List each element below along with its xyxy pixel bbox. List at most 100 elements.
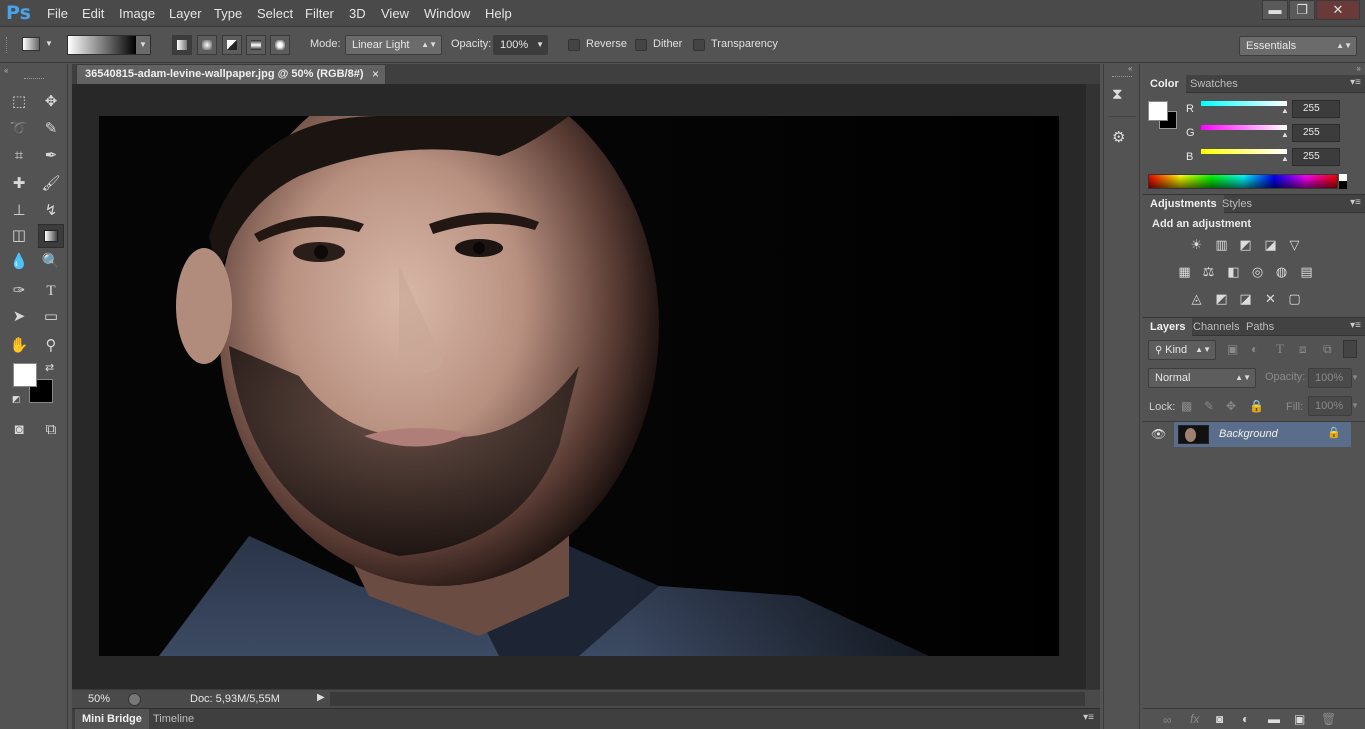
channel-mixer-icon[interactable]: ◍ [1273, 263, 1290, 280]
color-balance-icon[interactable]: ⚖ [1200, 263, 1217, 280]
link-layers-icon[interactable]: ∞ [1163, 713, 1172, 727]
layer-name[interactable]: Background [1219, 428, 1278, 440]
history-icon[interactable]: ⧗ [1112, 86, 1123, 103]
chevron-down-icon[interactable]: ▼ [1351, 396, 1361, 416]
restore-button[interactable]: ❐ [1289, 0, 1315, 20]
menu-filter[interactable]: Filter [305, 6, 334, 21]
workspace-select[interactable]: Essentials ▲▼ [1239, 36, 1357, 56]
radial-gradient-button[interactable] [197, 35, 217, 55]
gradient-tool-icon[interactable] [38, 224, 64, 248]
filter-type-icon[interactable]: T [1276, 341, 1284, 357]
blend-mode-select[interactable]: Normal ▲▼ [1148, 368, 1256, 388]
blue-value-field[interactable]: 255 [1292, 148, 1340, 166]
layer-row-background[interactable]: Background 🔒 [1174, 422, 1351, 447]
color-foreground-swatch[interactable] [1148, 101, 1168, 121]
screen-mode-icon[interactable]: ⧉ [38, 418, 64, 442]
tab-paths[interactable]: Paths [1239, 318, 1281, 336]
selective-color-icon[interactable]: ✕ [1262, 290, 1279, 307]
close-document-icon[interactable]: × [372, 67, 379, 81]
diamond-gradient-button[interactable] [270, 35, 290, 55]
quick-mask-icon[interactable]: ◙ [6, 418, 32, 442]
gradient-picker[interactable]: ▼ [67, 35, 151, 55]
history-brush-tool-icon[interactable]: ↯ [38, 199, 64, 223]
eraser-tool-icon[interactable]: ◫ [6, 224, 32, 248]
threshold-icon[interactable]: ◪ [1237, 290, 1254, 307]
slider-thumb-icon[interactable]: ▲ [1281, 106, 1289, 115]
vibrance-icon[interactable]: ▽ [1286, 236, 1303, 253]
quick-selection-tool-icon[interactable]: ✎ [38, 117, 64, 141]
color-spectrum-bar[interactable] [1148, 174, 1338, 189]
black-white-icon[interactable]: ◧ [1225, 263, 1242, 280]
fill-field[interactable]: 100% [1308, 396, 1352, 416]
menu-help[interactable]: Help [485, 6, 512, 21]
curves-icon[interactable]: ◩ [1237, 236, 1254, 253]
posterize-icon[interactable]: ◩ [1213, 290, 1230, 307]
menu-select[interactable]: Select [257, 6, 293, 21]
layer-filter-select[interactable]: ⚲ Kind ▲▼ [1148, 340, 1216, 360]
lock-position-icon[interactable]: ✥ [1226, 399, 1236, 413]
lock-pixels-icon[interactable]: ✎ [1204, 399, 1214, 413]
exposure-icon[interactable]: ◪ [1262, 236, 1279, 253]
filter-shape-icon[interactable]: ⧈ [1299, 342, 1307, 357]
tab-channels[interactable]: Channels [1186, 318, 1246, 336]
levels-icon[interactable]: ▥ [1213, 236, 1230, 253]
panel-menu-icon[interactable]: ▾≡ [1350, 320, 1361, 331]
chevron-down-icon[interactable]: ▼ [536, 36, 544, 54]
collapse-icon[interactable]: » [1357, 64, 1361, 73]
collapse-icon[interactable]: « [4, 66, 8, 75]
color-lookup-icon[interactable]: ▤ [1298, 263, 1315, 280]
crop-tool-icon[interactable]: ⌗ [6, 144, 32, 168]
minimize-button[interactable]: ▬ [1262, 0, 1288, 20]
reverse-checkbox[interactable] [568, 39, 580, 51]
zoom-level[interactable]: 50% [88, 693, 110, 705]
filter-pixel-icon[interactable]: ▣ [1227, 342, 1238, 356]
close-button[interactable]: ✕ [1316, 0, 1360, 20]
document-tab[interactable]: 36540815-adam-levine-wallpaper.jpg @ 50%… [76, 64, 386, 84]
brightness-contrast-icon[interactable]: ☀ [1188, 236, 1205, 253]
spectrum-white-swatch[interactable] [1339, 174, 1347, 181]
new-group-icon[interactable]: ▬ [1268, 712, 1280, 726]
photo-filter-icon[interactable]: ◎ [1249, 263, 1266, 280]
properties-icon[interactable]: ⚙ [1112, 128, 1125, 146]
panel-menu-icon[interactable]: ▾≡ [1350, 77, 1361, 88]
lock-transparent-icon[interactable]: ▩ [1181, 399, 1192, 413]
menu-file[interactable]: File [47, 6, 68, 21]
marquee-tool-icon[interactable]: ⬚ [6, 90, 32, 114]
vertical-scrollbar[interactable] [1086, 84, 1100, 689]
panel-menu-icon[interactable]: ▾≡ [1083, 712, 1094, 723]
dodge-tool-icon[interactable]: 🔍 [38, 250, 64, 274]
blue-slider[interactable] [1201, 149, 1287, 154]
new-layer-icon[interactable]: ▣ [1294, 712, 1305, 726]
menu-type[interactable]: Type [214, 6, 242, 21]
red-slider[interactable] [1201, 101, 1287, 106]
blur-tool-icon[interactable]: 💧 [6, 250, 32, 274]
slider-thumb-icon[interactable]: ▲ [1281, 130, 1289, 139]
linear-gradient-button[interactable] [172, 35, 192, 55]
reflected-gradient-button[interactable] [246, 35, 266, 55]
invert-icon[interactable]: ◬ [1188, 290, 1205, 307]
lock-all-icon[interactable]: 🔒 [1249, 399, 1264, 413]
delete-layer-icon[interactable]: 🗑 [1321, 712, 1336, 726]
status-menu-arrow-icon[interactable]: ▶ [317, 692, 325, 703]
mode-select[interactable]: Linear Light ▲▼ [345, 35, 442, 55]
type-tool-icon[interactable]: T [38, 279, 64, 303]
healing-brush-tool-icon[interactable]: ✚ [6, 172, 32, 196]
menu-edit[interactable]: Edit [82, 6, 104, 21]
add-mask-icon[interactable]: ◙ [1216, 712, 1223, 726]
foreground-color-swatch[interactable] [13, 363, 37, 387]
opacity-field[interactable]: 100% ▼ [493, 35, 548, 55]
chevron-down-icon[interactable]: ▼ [1351, 368, 1361, 388]
clone-stamp-tool-icon[interactable]: ⊥ [6, 199, 32, 223]
document-image[interactable] [99, 116, 1059, 656]
eye-visibility-icon[interactable]: 👁 [1151, 427, 1166, 441]
menu-3d[interactable]: 3D [349, 6, 366, 21]
angle-gradient-button[interactable] [222, 35, 242, 55]
tab-adjustments[interactable]: Adjustments [1143, 195, 1224, 213]
menu-layer[interactable]: Layer [169, 6, 202, 21]
spectrum-black-swatch[interactable] [1339, 181, 1347, 189]
tab-color[interactable]: Color [1143, 75, 1186, 93]
red-value-field[interactable]: 255 [1292, 100, 1340, 118]
tab-styles[interactable]: Styles [1215, 195, 1259, 213]
tool-preset-arrow-icon[interactable]: ▼ [45, 39, 53, 48]
dither-checkbox[interactable] [635, 39, 647, 51]
